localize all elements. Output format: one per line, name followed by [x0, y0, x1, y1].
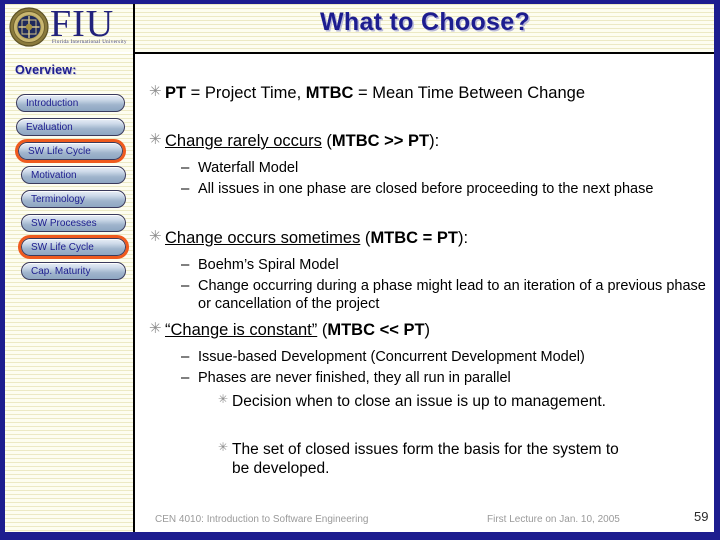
- sub-bullet-text: Issue-based Development (Concurrent Deve…: [198, 349, 585, 365]
- mtbc-definition: = Mean Time Between Change: [353, 84, 586, 102]
- sidebar-item-sw-life-cycle-sub[interactable]: SW Life Cycle: [18, 235, 129, 259]
- bullet-change-is-constant: ✳ “Change is constant” (MTBC << PT): [149, 321, 709, 340]
- formula: MTBC << PT: [327, 321, 425, 339]
- sub-bullet-waterfall-model: – Waterfall Model: [181, 160, 709, 178]
- sub-bullet-text: Waterfall Model: [198, 160, 299, 176]
- dash-bullet-icon: –: [181, 159, 190, 176]
- paren-close: ):: [457, 229, 469, 247]
- paren-open: (: [321, 132, 332, 150]
- sub-bullet-issue-based-dev: – Issue-based Development (Concurrent De…: [181, 349, 709, 367]
- bullet-text: Change rarely occurs (MTBC >> PT):: [165, 132, 439, 151]
- sidebar-item-motivation[interactable]: Motivation: [21, 166, 126, 184]
- sub-bullet-phases-parallel: – Phases are never finished, they all ru…: [181, 370, 709, 388]
- paren-open: (: [317, 321, 328, 339]
- sidebar-item-sw-life-cycle-top[interactable]: SW Life Cycle: [15, 139, 126, 163]
- paren-open: (: [360, 229, 371, 247]
- dash-bullet-icon: –: [181, 369, 190, 386]
- sidebar-item-terminology[interactable]: Terminology: [21, 190, 126, 208]
- sub-bullet-text: Phases are never finished, they all run …: [198, 370, 511, 386]
- dash-bullet-icon: –: [181, 348, 190, 365]
- dash-bullet-icon: –: [181, 180, 190, 197]
- star-bullet-icon: ✳: [218, 440, 229, 454]
- sub-bullet-text: Change occurring during a phase might le…: [198, 278, 706, 312]
- frame-right-bar: [714, 0, 720, 540]
- sub-sub-bullet-decision-management: ✳ Decision when to close an issue is up …: [218, 393, 638, 412]
- slide-canvas: FIU Florida International University Wha…: [0, 0, 720, 540]
- star-bullet-icon: ✳: [149, 131, 162, 148]
- fiu-logo-subtitle: Florida International University: [52, 40, 127, 45]
- mtbc-abbreviation: MTBC: [305, 84, 354, 102]
- frame-top-bar: [0, 0, 720, 4]
- bullet-text: PT = Project Time, MTBC = Mean Time Betw…: [165, 84, 585, 103]
- footer-lecture-date: First Lecture on Jan. 10, 2005: [487, 514, 620, 525]
- fiu-seal-icon: [9, 7, 49, 47]
- sidebar-item-introduction[interactable]: Introduction: [16, 94, 125, 112]
- dash-bullet-icon: –: [181, 256, 190, 273]
- heading-underlined: “Change is constant”: [165, 321, 318, 339]
- sub-bullet-text: All issues in one phase are closed befor…: [198, 181, 654, 197]
- sub-bullet-boehm-spiral: – Boehm’s Spiral Model: [181, 257, 709, 275]
- header-divider-rule: [133, 52, 714, 54]
- sub-bullet-change-during-phase: – Change occurring during a phase might …: [181, 278, 709, 313]
- sub-sub-bullet-text: The set of closed issues form the basis …: [232, 441, 619, 477]
- star-bullet-icon: ✳: [149, 83, 162, 100]
- slide-body: ✳ PT = Project Time, MTBC = Mean Time Be…: [135, 56, 714, 504]
- bullet-text: Change occurs sometimes (MTBC = PT):: [165, 229, 468, 248]
- sidebar-item-sw-processes[interactable]: SW Processes: [21, 214, 126, 232]
- bullet-change-occurs-sometimes: ✳ Change occurs sometimes (MTBC = PT):: [149, 229, 709, 248]
- sub-sub-bullet-text: Decision when to close an issue is up to…: [232, 393, 606, 410]
- bullet-pt-mtbc-definition: ✳ PT = Project Time, MTBC = Mean Time Be…: [149, 84, 709, 103]
- bullet-text: “Change is constant” (MTBC << PT): [165, 321, 430, 340]
- sidebar-item-cap-maturity[interactable]: Cap. Maturity: [21, 262, 126, 280]
- star-bullet-icon: ✳: [149, 228, 162, 245]
- star-bullet-icon: ✳: [149, 320, 162, 337]
- sub-bullet-text: Boehm’s Spiral Model: [198, 257, 339, 273]
- sidebar-nav: Overview: Introduction Evaluation SW Lif…: [5, 54, 133, 532]
- heading-underlined: Change rarely occurs: [165, 132, 322, 150]
- star-bullet-icon: ✳: [218, 392, 229, 406]
- footer-course-name: CEN 4010: Introduction to Software Engin…: [155, 514, 369, 525]
- fiu-logo: FIU Florida International University: [5, 4, 133, 52]
- frame-left-bar: [0, 0, 5, 540]
- heading-underlined: Change occurs sometimes: [165, 229, 361, 247]
- sidebar-heading: Overview:: [15, 63, 77, 77]
- bullet-change-rarely-occurs: ✳ Change rarely occurs (MTBC >> PT):: [149, 132, 709, 151]
- sidebar-item-evaluation[interactable]: Evaluation: [16, 118, 125, 136]
- slide-title: What to Choose?: [319, 8, 531, 36]
- formula: MTBC >> PT: [331, 132, 430, 150]
- pt-abbreviation: PT: [165, 84, 187, 102]
- slide-number: 59: [694, 509, 709, 524]
- sidebar-divider-rule: [133, 4, 135, 532]
- paren-close: ):: [429, 132, 440, 150]
- sub-bullet-issues-closed: – All issues in one phase are closed bef…: [181, 181, 709, 199]
- paren-close: ): [424, 321, 431, 339]
- sub-sub-bullet-closed-issues-basis: ✳ The set of closed issues form the basi…: [218, 441, 638, 478]
- formula: MTBC = PT: [370, 229, 458, 247]
- dash-bullet-icon: –: [181, 277, 190, 294]
- pt-definition: = Project Time,: [186, 84, 306, 102]
- frame-bottom-bar: [0, 532, 720, 540]
